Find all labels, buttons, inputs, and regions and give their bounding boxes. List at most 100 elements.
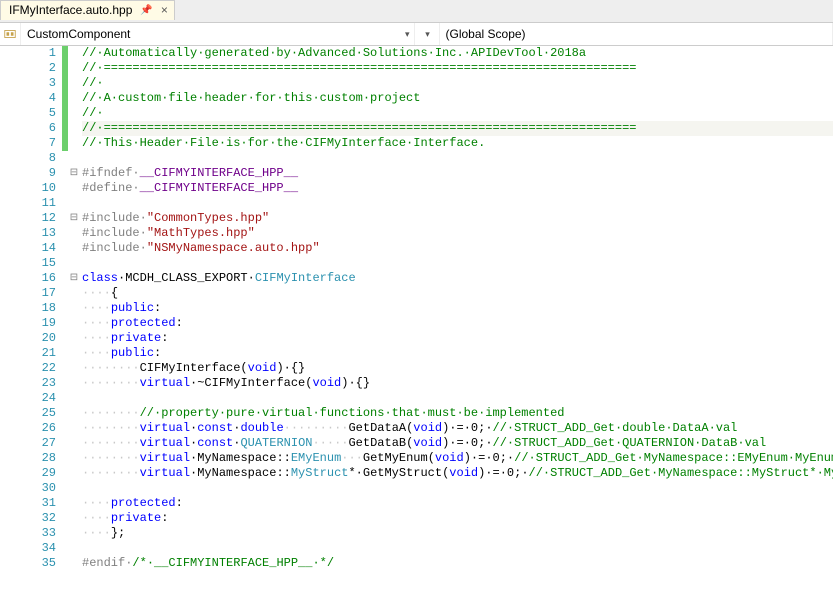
fold-toggle [68, 91, 80, 106]
line-number: 16 [0, 271, 56, 286]
fold-toggle[interactable]: ⊟ [68, 166, 80, 181]
fold-toggle [68, 241, 80, 256]
code-area[interactable]: //·Automatically·generated·by·Advanced·S… [80, 46, 833, 596]
line-number: 25 [0, 406, 56, 421]
code-line[interactable]: ····}; [82, 526, 833, 541]
fold-toggle [68, 451, 80, 466]
fold-toggle [68, 466, 80, 481]
code-line[interactable]: class·MCDH_CLASS_EXPORT·CIFMyInterface [82, 271, 833, 286]
fold-toggle [68, 136, 80, 151]
code-line[interactable]: //·=====================================… [82, 61, 833, 76]
fold-toggle [68, 421, 80, 436]
code-line[interactable]: ····protected: [82, 316, 833, 331]
fold-column: ⊟ ⊟ ⊟ [68, 46, 80, 596]
code-line[interactable]: #include·"CommonTypes.hpp" [82, 211, 833, 226]
fold-toggle [68, 361, 80, 376]
pin-icon[interactable]: 📌 [140, 5, 152, 16]
line-number: 32 [0, 511, 56, 526]
code-line[interactable] [82, 481, 833, 496]
fold-toggle [68, 346, 80, 361]
fold-toggle [68, 331, 80, 346]
line-number: 9 [0, 166, 56, 181]
scope-dropdown-2-label: (Global Scope) [446, 27, 526, 41]
line-number: 24 [0, 391, 56, 406]
line-number: 18 [0, 301, 56, 316]
fold-toggle [68, 541, 80, 556]
code-line[interactable]: //·This·Header·File·is·for·the·CIFMyInte… [82, 136, 833, 151]
line-number: 17 [0, 286, 56, 301]
line-number: 10 [0, 181, 56, 196]
navigation-bar: CustomComponent ▾ ▾ (Global Scope) [0, 22, 833, 46]
fold-toggle [68, 301, 80, 316]
code-line[interactable]: ····protected: [82, 496, 833, 511]
line-number: 3 [0, 76, 56, 91]
code-line[interactable]: ····public: [82, 346, 833, 361]
code-line[interactable]: ····{ [82, 286, 833, 301]
code-line[interactable]: ········virtual·MyNamespace::EMyEnum···G… [82, 451, 833, 466]
line-number: 11 [0, 196, 56, 211]
nav-split-icon[interactable]: ▾ [415, 23, 440, 45]
scope-dropdown-1-label: CustomComponent [27, 27, 130, 41]
fold-toggle[interactable]: ⊟ [68, 211, 80, 226]
line-number: 23 [0, 376, 56, 391]
code-line[interactable]: ········virtual·MyNamespace::MyStruct*·G… [82, 466, 833, 481]
line-number: 19 [0, 316, 56, 331]
fold-toggle [68, 481, 80, 496]
fold-toggle[interactable]: ⊟ [68, 271, 80, 286]
line-number: 13 [0, 226, 56, 241]
code-editor[interactable]: 1234567891011121314151617181920212223242… [0, 46, 833, 596]
line-number: 22 [0, 361, 56, 376]
fold-toggle [68, 316, 80, 331]
fold-toggle [68, 376, 80, 391]
code-line[interactable]: ········virtual·~CIFMyInterface(void)·{} [82, 376, 833, 391]
fold-toggle [68, 121, 80, 136]
code-line[interactable]: //·A·custom·file·header·for·this·custom·… [82, 91, 833, 106]
code-line[interactable] [82, 391, 833, 406]
line-number: 20 [0, 331, 56, 346]
code-line[interactable]: //· [82, 76, 833, 91]
code-line[interactable]: #ifndef·__CIFMYINTERFACE_HPP__ [82, 166, 833, 181]
code-line[interactable]: ····private: [82, 511, 833, 526]
fold-toggle [68, 46, 80, 61]
code-line[interactable]: #include·"NSMyNamespace.auto.hpp" [82, 241, 833, 256]
code-line[interactable]: #endif·/*·__CIFMYINTERFACE_HPP__·*/ [82, 556, 833, 571]
chevron-down-icon: ▾ [425, 29, 430, 40]
nav-type-icon[interactable] [0, 23, 21, 45]
line-number-gutter: 1234567891011121314151617181920212223242… [0, 46, 62, 596]
line-number: 12 [0, 211, 56, 226]
fold-toggle [68, 556, 80, 571]
code-line[interactable] [82, 541, 833, 556]
code-line[interactable]: ········CIFMyInterface(void)·{} [82, 361, 833, 376]
line-number: 1 [0, 46, 56, 61]
line-number: 35 [0, 556, 56, 571]
code-line[interactable]: #define·__CIFMYINTERFACE_HPP__ [82, 181, 833, 196]
scope-dropdown-2[interactable]: (Global Scope) [440, 23, 833, 45]
code-line[interactable]: ········virtual·const·QUATERNION·····Get… [82, 436, 833, 451]
code-line[interactable]: //· [82, 106, 833, 121]
chevron-down-icon: ▾ [405, 29, 410, 40]
code-line[interactable] [82, 151, 833, 166]
code-line[interactable]: //·=====================================… [82, 121, 833, 136]
code-line[interactable]: #include·"MathTypes.hpp" [82, 226, 833, 241]
line-number: 8 [0, 151, 56, 166]
line-number: 2 [0, 61, 56, 76]
fold-toggle [68, 226, 80, 241]
code-line[interactable]: //·Automatically·generated·by·Advanced·S… [82, 46, 833, 61]
code-line[interactable]: ········virtual·const·double·········Get… [82, 421, 833, 436]
code-line[interactable]: ····public: [82, 301, 833, 316]
code-line[interactable]: ········//·property·pure·virtual·functio… [82, 406, 833, 421]
code-line[interactable] [82, 256, 833, 271]
code-line[interactable]: ····private: [82, 331, 833, 346]
file-tab[interactable]: IFMyInterface.auto.hpp 📌 × [0, 0, 175, 20]
line-number: 6 [0, 121, 56, 136]
close-icon[interactable]: × [161, 4, 168, 16]
line-number: 4 [0, 91, 56, 106]
fold-toggle [68, 436, 80, 451]
fold-toggle [68, 286, 80, 301]
line-number: 5 [0, 106, 56, 121]
line-number: 21 [0, 346, 56, 361]
code-line[interactable] [82, 196, 833, 211]
fold-toggle [68, 151, 80, 166]
line-number: 7 [0, 136, 56, 151]
scope-dropdown-1[interactable]: CustomComponent ▾ [21, 23, 415, 45]
